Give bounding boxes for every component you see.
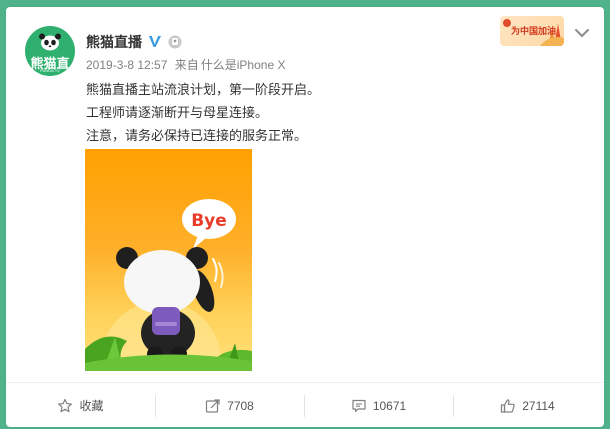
source-prefix: 来自 <box>174 58 199 72</box>
action-bar: 收藏 7708 10671 27114 <box>6 382 604 428</box>
speech-bubble-icon: Bye <box>182 199 236 249</box>
badge-icon[interactable] <box>167 34 183 50</box>
comment-button[interactable]: 10671 <box>304 383 453 428</box>
post-image[interactable]: Bye <box>85 149 252 371</box>
avatar[interactable]: 熊猫直播 PANDA.TV <box>25 26 75 76</box>
repost-count: 7708 <box>227 398 254 413</box>
panda-face-icon <box>39 33 61 51</box>
verified-icon <box>149 36 161 47</box>
comment-icon <box>352 399 366 412</box>
star-icon <box>58 398 73 412</box>
favorite-label: 收藏 <box>79 399 104 413</box>
weibo-card: 熊猫直播 PANDA.TV 熊猫直播 2019-3-8 12:57 来自什么是i… <box>6 7 604 427</box>
post-line: 熊猫直播主站流浪计划，第一阶段开启。 <box>86 83 321 98</box>
post-timestamp[interactable]: 2019-3-8 12:57 <box>86 58 167 72</box>
panda-illustration: Bye <box>85 199 252 371</box>
like-count: 27114 <box>522 398 555 413</box>
campaign-badge[interactable]: 为中国加油 <box>500 16 564 46</box>
like-icon <box>501 398 515 413</box>
post-text: 熊猫直播主站流浪计划，第一阶段开启。 工程师请逐渐断开与母星连接。 注意，请务必… <box>86 79 320 148</box>
username[interactable]: 熊猫直播 <box>86 32 142 52</box>
repost-button[interactable]: 7708 <box>155 383 304 428</box>
avatar-logo-subtext: PANDA.TV <box>40 68 60 73</box>
comment-count: 10671 <box>372 398 407 413</box>
post-line: 注意，请务必保持已连接的服务正常。 <box>86 129 308 144</box>
repost-icon <box>206 398 220 413</box>
like-button[interactable]: 27114 <box>453 383 602 428</box>
favorite-button[interactable]: 收藏 <box>6 383 155 428</box>
campaign-badge-label: 为中国加油 <box>511 27 557 37</box>
post-meta: 2019-3-8 12:57 来自 什么是iPhone X <box>86 56 285 73</box>
post-line: 工程师请逐渐断开与母星连接。 <box>86 106 269 121</box>
speech-bubble-text: Bye <box>191 211 227 231</box>
chevron-down-icon[interactable] <box>574 27 590 39</box>
source-device[interactable]: 什么是iPhone X <box>201 58 286 72</box>
